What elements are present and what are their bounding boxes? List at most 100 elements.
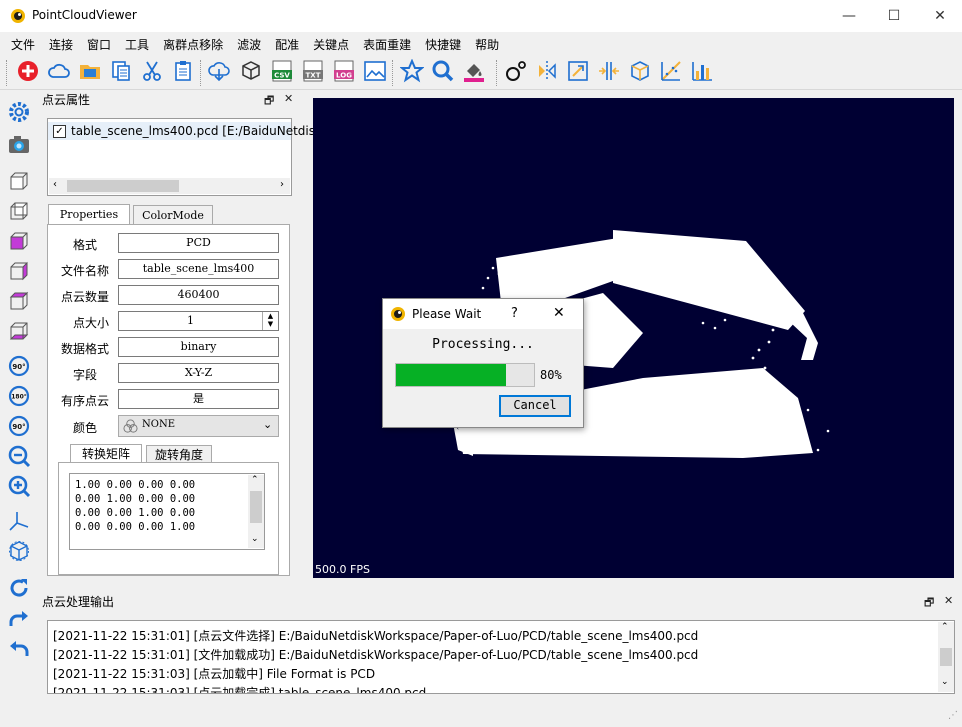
menu-tools[interactable]: 工具 — [118, 36, 156, 53]
file-list[interactable]: ✓ table_scene_lms400.pcd [E:/BaiduNetdis… — [47, 118, 651, 196]
prop-format-field[interactable]: PCD — [118, 233, 279, 253]
dialog-title: Please Wait — [412, 307, 482, 321]
view-back-icon[interactable] — [7, 199, 31, 223]
menu-help[interactable]: 帮助 — [468, 36, 506, 53]
fill-color-icon[interactable] — [462, 59, 486, 83]
toolbar-grip[interactable] — [6, 60, 9, 86]
add-icon[interactable] — [16, 59, 40, 83]
undo-icon[interactable] — [7, 636, 31, 660]
zoom-in-icon[interactable] — [7, 474, 31, 498]
scroll-up-icon[interactable]: ⌃ — [251, 475, 259, 485]
align-icon[interactable] — [535, 59, 559, 83]
redo-icon[interactable] — [7, 606, 31, 630]
dock-close-button[interactable]: ✕ — [944, 594, 953, 607]
prop-organized-field[interactable]: 是 — [118, 389, 279, 409]
fit-icon[interactable] — [659, 59, 683, 83]
horizontal-scrollbar[interactable]: ‹ › — [49, 178, 290, 194]
cloud-download-icon[interactable] — [207, 59, 231, 83]
scissors-icon[interactable] — [140, 59, 164, 83]
zoom-out-icon[interactable] — [7, 444, 31, 468]
scroll-down-icon[interactable]: ⌄ — [941, 677, 949, 687]
box-export-icon[interactable] — [239, 59, 263, 83]
menu-outlier-removal[interactable]: 离群点移除 — [156, 36, 230, 53]
dock-float-button[interactable]: 🗗 — [264, 92, 274, 111]
prop-fields-field[interactable]: X-Y-Z — [118, 363, 279, 383]
folder-icon[interactable] — [78, 59, 102, 83]
menu-surface-reconstruction[interactable]: 表面重建 — [356, 36, 418, 53]
cancel-button[interactable]: Cancel — [499, 395, 571, 417]
minimize-button[interactable]: — — [826, 0, 872, 32]
close-button[interactable]: ✕ — [917, 0, 962, 32]
cube-wire-icon[interactable] — [7, 539, 31, 563]
log-icon[interactable]: LOG — [332, 59, 356, 83]
image-icon[interactable] — [363, 59, 387, 83]
dialog-title-bar: Please Wait ? ✕ — [383, 299, 583, 329]
split-icon[interactable] — [597, 59, 621, 83]
view-front-icon[interactable] — [7, 169, 31, 193]
scroll-up-icon[interactable]: ⌃ — [941, 622, 949, 632]
menu-keypoints[interactable]: 关键点 — [306, 36, 356, 53]
log-line: [2021-11-22 15:31:01] [文件加载成功] E:/BaiduN… — [53, 648, 699, 662]
dock-float-button[interactable]: 🗗 — [924, 594, 934, 613]
maximize-button[interactable]: ☐ — [871, 0, 917, 32]
copy-icon[interactable] — [109, 59, 133, 83]
transform-matrix-textbox[interactable]: 1.00 0.00 0.00 0.00 0.00 1.00 0.00 0.00 … — [69, 473, 265, 550]
scrollbar-thumb[interactable] — [67, 180, 179, 192]
point-size-spinbox[interactable]: 1 — [118, 311, 279, 331]
menu-window[interactable]: 窗口 — [80, 36, 118, 53]
tab-colormode[interactable]: ColorMode — [133, 205, 213, 224]
rotate-180-icon[interactable]: 180° — [7, 384, 31, 408]
progress-fill — [396, 364, 506, 386]
refresh-icon[interactable] — [7, 576, 31, 600]
axes-icon[interactable] — [7, 509, 31, 533]
output-log[interactable]: [2021-11-22 15:31:01] [点云文件选择] E:/BaiduN… — [47, 620, 955, 694]
scrollbar-thumb[interactable] — [940, 648, 952, 666]
file-checkbox[interactable]: ✓ — [53, 125, 66, 138]
view-top-icon[interactable] — [7, 289, 31, 313]
menu-connect[interactable]: 连接 — [42, 36, 80, 53]
menu-file[interactable]: 文件 — [4, 36, 42, 53]
dock-close-button[interactable]: ✕ — [284, 92, 293, 105]
scroll-left-icon[interactable]: ‹ — [53, 179, 57, 190]
cube-icon[interactable] — [628, 59, 652, 83]
menu-shortcuts[interactable]: 快捷键 — [418, 36, 468, 53]
view-bottom-icon[interactable] — [7, 319, 31, 343]
search-icon[interactable] — [431, 59, 455, 83]
dialog-help-button[interactable]: ? — [511, 306, 518, 321]
prop-filename-field[interactable]: table_scene_lms400 — [118, 259, 279, 279]
menu-registration[interactable]: 配准 — [268, 36, 306, 53]
color-select[interactable]: NONE ⌄ — [118, 415, 279, 437]
scroll-right-icon[interactable]: › — [280, 179, 284, 190]
prop-point-count-field[interactable]: 460400 — [118, 285, 279, 305]
spinbox-stepper[interactable]: ▲ ▼ — [262, 312, 278, 330]
log-line: [2021-11-22 15:31:01] [点云文件选择] E:/BaiduN… — [53, 629, 699, 643]
vertical-scrollbar[interactable]: ⌃ ⌄ — [938, 622, 954, 692]
rotate-90-ccw-icon[interactable]: 90° — [7, 414, 31, 438]
toolbar-grip[interactable] — [200, 60, 203, 86]
size-grip-icon[interactable]: ⋰ — [948, 710, 958, 721]
toolbar-grip[interactable] — [496, 60, 499, 86]
toolbar-grip[interactable] — [392, 60, 395, 86]
menu-filter[interactable]: 滤波 — [230, 36, 268, 53]
tab-properties[interactable]: Properties — [48, 204, 130, 225]
view-right-icon[interactable] — [7, 259, 31, 283]
dialog-close-button[interactable]: ✕ — [553, 305, 565, 321]
list-item[interactable]: ✓ table_scene_lms400.pcd [E:/BaiduNetdis… — [48, 122, 651, 140]
scrollbar-thumb[interactable] — [250, 491, 262, 523]
cloud-icon[interactable] — [47, 59, 71, 83]
scroll-down-icon[interactable]: ⌄ — [251, 534, 259, 544]
star-icon[interactable] — [400, 59, 424, 83]
app-logo-icon — [391, 307, 405, 321]
camera-icon[interactable] — [7, 132, 31, 156]
scale-icon[interactable] — [566, 59, 590, 83]
txt-icon[interactable]: TXT — [301, 59, 325, 83]
csv-icon[interactable]: CSV — [270, 59, 294, 83]
prop-data-format-field[interactable]: binary — [118, 337, 279, 357]
rotate-90-icon[interactable]: 90° — [7, 354, 31, 378]
view-left-icon[interactable] — [7, 229, 31, 253]
paste-icon[interactable] — [171, 59, 195, 83]
settings-icon[interactable] — [7, 100, 31, 124]
vertical-scrollbar[interactable]: ⌃ ⌄ — [248, 475, 264, 548]
bar-chart-icon[interactable] — [690, 59, 714, 83]
node-icon[interactable] — [504, 59, 528, 83]
